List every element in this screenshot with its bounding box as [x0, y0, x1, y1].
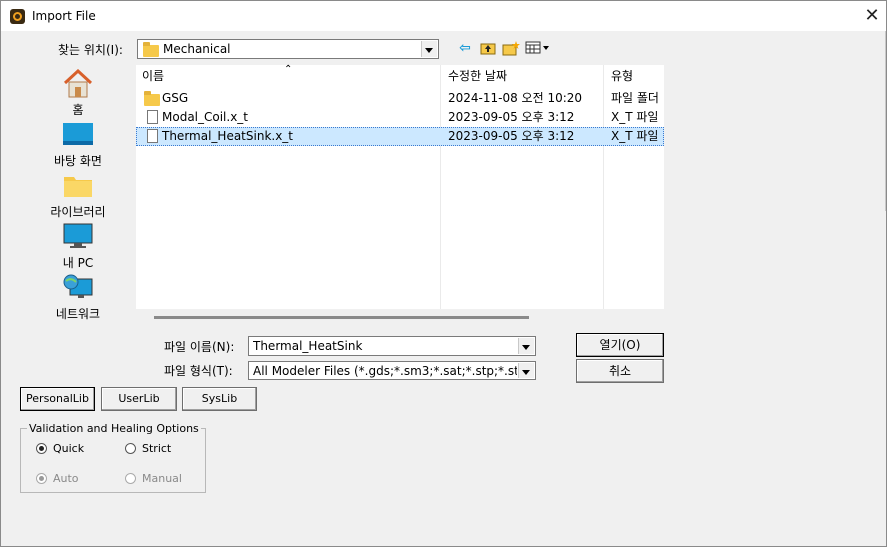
list-item[interactable]: Modal_Coil.x_t 2023-09-05 오후 3:12 X_T 파일 [136, 108, 664, 127]
personal-lib-button[interactable]: PersonalLib [20, 387, 95, 411]
horizontal-scrollbar[interactable] [154, 316, 529, 319]
file-type: 파일 폴더 [611, 91, 659, 105]
place-library[interactable]: 라이브러리 [43, 167, 113, 219]
file-type: X_T 파일 [611, 129, 659, 143]
chevron-down-icon[interactable] [518, 363, 534, 378]
file-name-label: 파일 이름(N): [164, 340, 235, 354]
divider [885, 31, 886, 211]
file-type-label: 파일 형식(T): [164, 364, 233, 378]
back-arrow-icon[interactable]: ⇦ [456, 39, 474, 57]
folder-icon [143, 42, 159, 57]
file-name: GSG [162, 91, 189, 105]
chevron-down-icon[interactable] [518, 338, 534, 354]
file-name: Modal_Coil.x_t [162, 110, 249, 124]
strict-radio[interactable] [125, 443, 136, 454]
strict-label: Strict [142, 442, 172, 455]
file-type: X_T 파일 [611, 110, 659, 124]
file-name-input[interactable]: Thermal_HeatSink [253, 339, 517, 353]
file-icon [147, 110, 158, 124]
column-header-type[interactable]: 유형 [611, 65, 633, 87]
place-desktop[interactable]: 바탕 화면 [43, 116, 113, 168]
place-label-network: 네트워크 [55, 307, 101, 321]
place-network[interactable]: 네트워크 [43, 269, 113, 321]
open-button[interactable]: 열기(O) [576, 333, 664, 357]
look-in-label: 찾는 위치(I): [58, 43, 123, 57]
sys-lib-button[interactable]: SysLib [182, 387, 257, 411]
file-icon [147, 129, 158, 143]
manual-label: Manual [142, 472, 182, 485]
file-type-value: All Modeler Files (*.gds;*.sm3;*.sat;*.s… [253, 364, 517, 378]
pc-icon [62, 222, 94, 250]
file-name-combo[interactable]: Thermal_HeatSink [248, 336, 536, 356]
validation-group-title: Validation and Healing Options [27, 422, 201, 435]
app-logo-icon [10, 9, 25, 24]
desktop-icon [62, 120, 94, 148]
new-folder-icon[interactable] [502, 39, 520, 57]
place-pc[interactable]: 내 PC [43, 218, 113, 270]
quick-label: Quick [53, 442, 85, 455]
auto-label: Auto [53, 472, 79, 485]
column-header-name[interactable]: 이름 [142, 65, 164, 87]
folder-icon [144, 91, 160, 106]
place-home[interactable]: 홈 [43, 65, 113, 117]
sort-ascending-icon: ⌃ [284, 64, 293, 75]
auto-radio [36, 473, 47, 484]
file-name: Thermal_HeatSink.x_t [162, 129, 294, 143]
close-icon[interactable]: ✕ [859, 3, 885, 29]
network-icon [62, 273, 94, 301]
import-file-dialog: Import File ✕ 찾는 위치(I): Mechanical ⇦ 홈 바… [0, 0, 887, 547]
file-type-combo[interactable]: All Modeler Files (*.gds;*.sm3;*.sat;*.s… [248, 361, 536, 380]
file-list[interactable]: 이름 ⌃ 수정한 날짜 유형 GSG 2024-11-08 오전 10:20 파… [136, 64, 664, 309]
list-item[interactable]: GSG 2024-11-08 오전 10:20 파일 폴더 [136, 89, 664, 108]
look-in-combo[interactable]: Mechanical [137, 39, 439, 59]
user-lib-button[interactable]: UserLib [101, 387, 177, 411]
list-item-selected[interactable]: Thermal_HeatSink.x_t 2023-09-05 오후 3:12 … [136, 127, 664, 146]
file-date: 2023-09-05 오후 3:12 [448, 110, 575, 124]
file-date: 2023-09-05 오후 3:12 [448, 129, 575, 143]
window-title: Import File [32, 9, 96, 23]
quick-radio[interactable] [36, 443, 47, 454]
look-in-value: Mechanical [163, 42, 231, 56]
chevron-down-icon[interactable] [421, 41, 437, 57]
file-date: 2024-11-08 오전 10:20 [448, 91, 583, 105]
cancel-button[interactable]: 취소 [576, 359, 664, 383]
up-folder-icon[interactable] [479, 39, 497, 57]
manual-radio [125, 473, 136, 484]
home-icon [62, 68, 94, 98]
view-menu-icon[interactable] [525, 39, 553, 57]
column-header-date[interactable]: 수정한 날짜 [448, 65, 507, 87]
library-icon [62, 171, 94, 199]
title-bar: Import File ✕ [1, 1, 886, 31]
